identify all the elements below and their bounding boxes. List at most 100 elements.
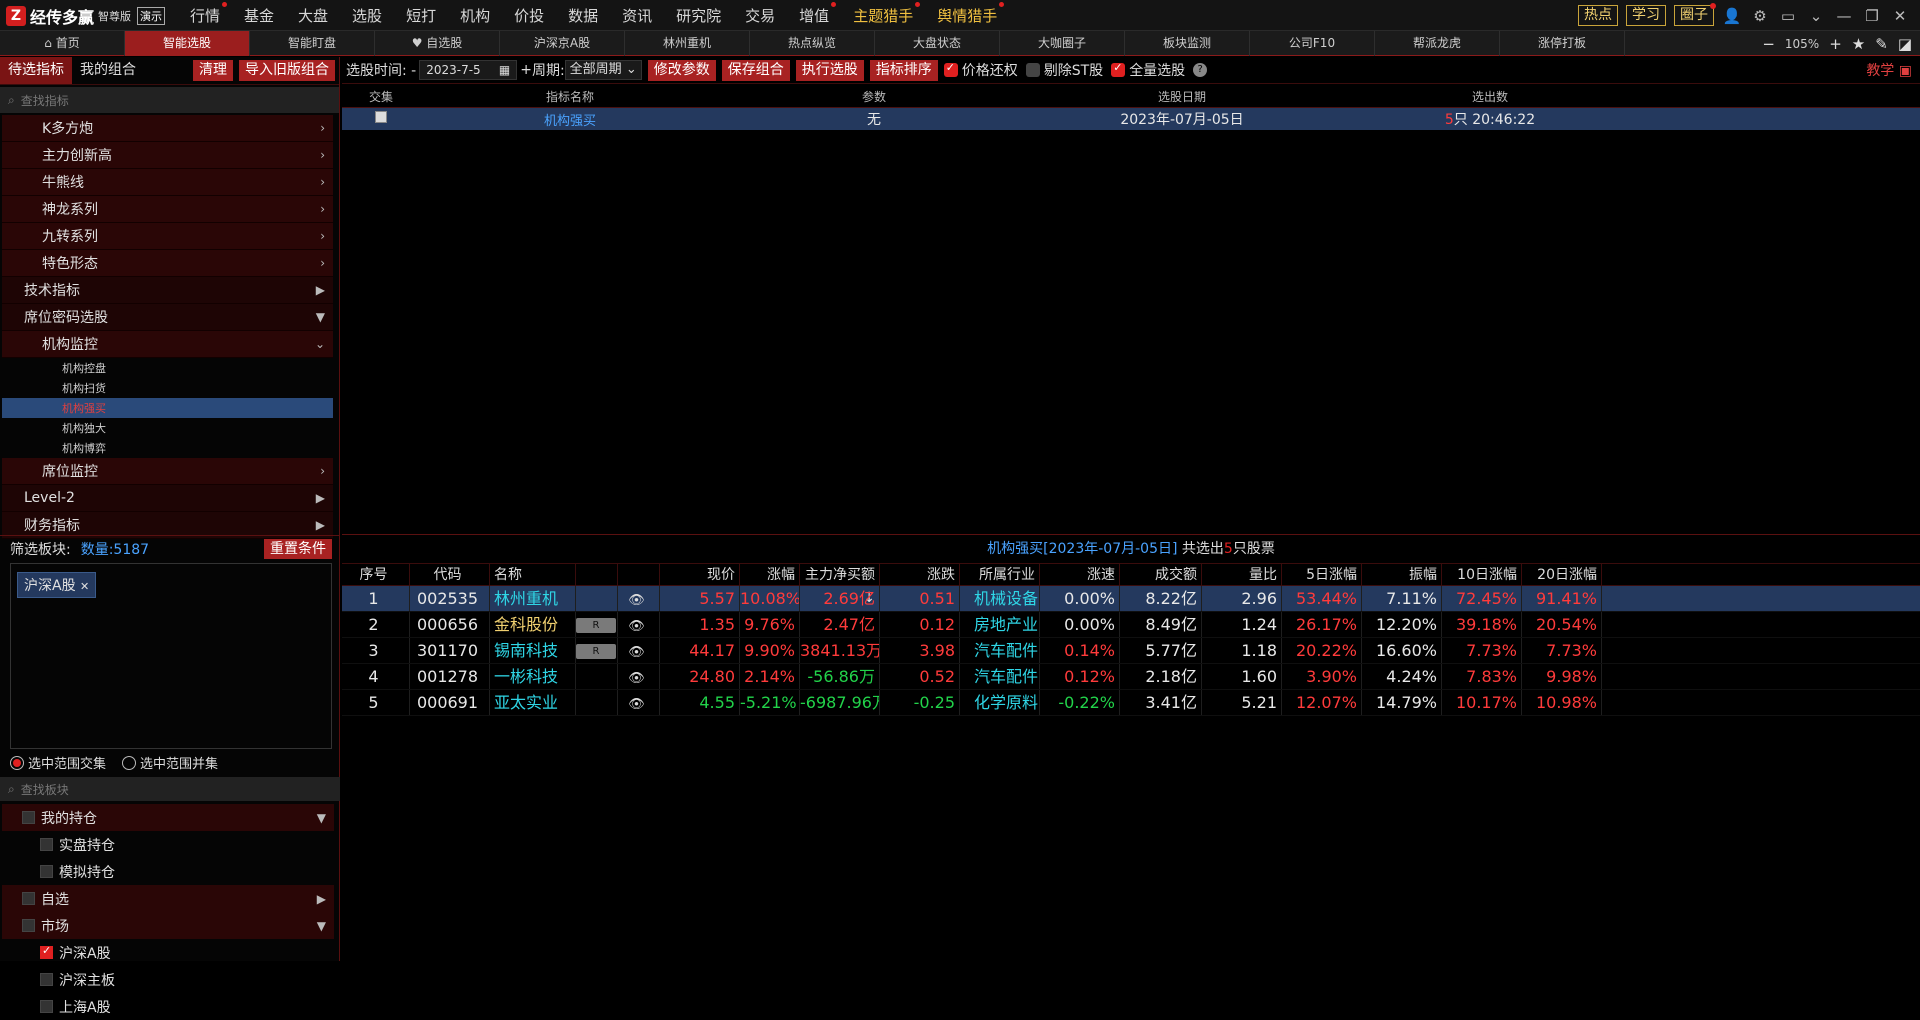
- learn-button[interactable]: 学习: [1626, 5, 1666, 26]
- star-icon[interactable]: ★: [1852, 35, 1865, 53]
- tab-3[interactable]: ♥ 自选股: [375, 31, 500, 56]
- col-amplitude[interactable]: 振幅: [1362, 564, 1442, 585]
- col-speed[interactable]: 涨速: [1040, 564, 1120, 585]
- block-item[interactable]: 沪深A股: [2, 939, 334, 966]
- col-diff[interactable]: 涨跌: [880, 564, 960, 585]
- circle-button[interactable]: 圈子: [1674, 3, 1716, 26]
- col-no[interactable]: 序号: [342, 564, 410, 585]
- table-row[interactable]: 5 000691 亚太实业 👁 4.55 -5.21% -6987.96万 -0.25 化学原料…: [342, 690, 1920, 716]
- hot-button[interactable]: 热点: [1578, 5, 1618, 26]
- tab-10[interactable]: 公司F10: [1250, 31, 1375, 56]
- close-icon[interactable]: ✕: [1890, 7, 1910, 25]
- cell-industry[interactable]: 汽车配件: [960, 638, 1040, 663]
- col-10d[interactable]: 10日涨幅: [1442, 564, 1522, 585]
- filter-tag[interactable]: 沪深A股 ✕: [17, 572, 97, 598]
- nav-item-7[interactable]: 数据: [556, 5, 610, 26]
- block-checkbox[interactable]: [22, 811, 35, 824]
- zoom-out-icon[interactable]: −: [1762, 35, 1775, 53]
- tab-my-portfolio[interactable]: 我的组合: [72, 57, 144, 84]
- col-code[interactable]: 代码: [410, 564, 490, 585]
- table-row[interactable]: 4 001278 一彬科技 👁 24.80 2.14% -56.86万 0.52 汽车配件 0.1…: [342, 664, 1920, 690]
- tab-9[interactable]: 板块监测: [1125, 31, 1250, 56]
- zoom-in-icon[interactable]: +: [1829, 35, 1842, 53]
- col-tag[interactable]: [576, 564, 618, 585]
- block-item[interactable]: 模拟持仓: [2, 858, 334, 885]
- block-checkbox[interactable]: [22, 892, 35, 905]
- nav-item-12[interactable]: 主题猎手: [841, 2, 925, 26]
- block-checkbox[interactable]: [40, 1000, 53, 1013]
- user-icon[interactable]: 👤: [1722, 7, 1742, 25]
- modify-params-button[interactable]: 修改参数: [647, 59, 716, 81]
- tab-7[interactable]: 大盘状态: [875, 31, 1000, 56]
- app-logo[interactable]: Z 经传多赢 智尊版 演示: [6, 5, 166, 27]
- block-search[interactable]: ⌕ 查找板块: [0, 777, 340, 801]
- tree-item[interactable]: 九转系列 ›: [2, 223, 333, 250]
- cell-name[interactable]: 亚太实业: [490, 690, 576, 715]
- cell-name[interactable]: 一彬科技: [490, 664, 576, 689]
- tree-group[interactable]: 技术指标 ▶: [2, 277, 333, 304]
- price-restore-checkbox[interactable]: 价格还权: [943, 60, 1018, 80]
- period-select[interactable]: 全部周期 ⌄: [564, 60, 642, 80]
- tree-item[interactable]: K多方炮 ›: [2, 115, 333, 142]
- block-item[interactable]: 市场 ▼: [2, 912, 334, 939]
- indicator-row[interactable]: 机构强买 无 2023年-07月-05日 5只 20:46:22: [342, 108, 1920, 130]
- cell-name[interactable]: 锡南科技: [490, 638, 576, 663]
- tab-4[interactable]: 沪深京A股: [500, 31, 625, 56]
- minimize-icon[interactable]: —: [1834, 7, 1854, 25]
- col-name[interactable]: 名称: [490, 564, 576, 585]
- tree-leaf[interactable]: 机构扫货: [2, 378, 333, 398]
- cell-code[interactable]: 001278: [410, 664, 490, 689]
- pen-icon[interactable]: ✎: [1875, 35, 1888, 53]
- tree-leaf[interactable]: 机构独大: [2, 418, 333, 438]
- col-amount[interactable]: 成交额: [1120, 564, 1202, 585]
- tree-item[interactable]: 神龙系列 ›: [2, 196, 333, 223]
- nav-item-3[interactable]: 选股: [340, 5, 394, 26]
- chevron-down-icon[interactable]: ⌄: [1806, 7, 1826, 25]
- block-checkbox[interactable]: [40, 838, 53, 851]
- block-checkbox[interactable]: [40, 944, 53, 959]
- run-selection-button[interactable]: 执行选股: [795, 59, 864, 81]
- cell-industry[interactable]: 化学原料: [960, 690, 1040, 715]
- cell-code[interactable]: 000691: [410, 690, 490, 715]
- nav-item-1[interactable]: 基金: [232, 5, 286, 26]
- nav-item-4[interactable]: 短打: [394, 5, 448, 26]
- col-change[interactable]: 涨幅: [740, 564, 800, 585]
- radio-intersect[interactable]: 选中范围交集: [10, 753, 106, 772]
- cell-industry[interactable]: 汽车配件: [960, 664, 1040, 689]
- eye-icon[interactable]: 👁: [628, 593, 645, 608]
- settings-icon[interactable]: ⚙: [1750, 7, 1770, 25]
- demo-badge[interactable]: 演示: [137, 6, 166, 25]
- nav-item-0[interactable]: 行情: [178, 2, 232, 26]
- nav-item-5[interactable]: 机构: [448, 5, 502, 26]
- save-portfolio-button[interactable]: 保存组合: [721, 59, 790, 81]
- row-checkbox[interactable]: [342, 111, 420, 127]
- nav-item-8[interactable]: 资讯: [610, 5, 664, 26]
- expand-icon[interactable]: ◪: [1898, 35, 1912, 53]
- import-old-button[interactable]: 导入旧版组合: [239, 60, 335, 81]
- cell-name[interactable]: 林州重机: [490, 586, 576, 611]
- block-item[interactable]: 实盘持仓: [2, 831, 334, 858]
- cell-code[interactable]: 002535: [410, 586, 490, 611]
- eye-icon[interactable]: 👁: [628, 697, 645, 712]
- clear-button[interactable]: 清理: [193, 60, 233, 81]
- cell-code[interactable]: 301170: [410, 638, 490, 663]
- indicator-search[interactable]: ⌕ 查找指标: [0, 87, 339, 113]
- restore-icon[interactable]: ❐: [1862, 7, 1882, 25]
- eye-icon[interactable]: 👁: [628, 645, 645, 660]
- chevron-down-icon[interactable]: ▼: [317, 811, 326, 825]
- col-indicator-name[interactable]: 指标名称: [420, 88, 720, 105]
- remove-tag-icon[interactable]: ✕: [80, 580, 89, 593]
- table-row[interactable]: 3 301170 锡南科技 R 👁 44.17 9.90% 3841.13万 3.98 汽车配件 0…: [342, 638, 1920, 664]
- block-checkbox[interactable]: [40, 865, 53, 878]
- nav-item-13[interactable]: 舆情猎手: [925, 2, 1009, 26]
- col-eye[interactable]: [618, 564, 660, 585]
- tree-item[interactable]: 特色形态 ›: [2, 250, 333, 277]
- col-params[interactable]: 参数: [720, 88, 1028, 105]
- tab-2[interactable]: 智能盯盘: [250, 31, 375, 56]
- cell-eye[interactable]: 👁: [618, 586, 660, 611]
- col-industry[interactable]: 所属行业: [960, 564, 1040, 585]
- cell-industry[interactable]: 房地产业: [960, 612, 1040, 637]
- tree-item[interactable]: 牛熊线 ›: [2, 169, 333, 196]
- tab-pending-indicators[interactable]: 待选指标: [0, 57, 72, 84]
- col-count[interactable]: 选出数: [1336, 88, 1644, 105]
